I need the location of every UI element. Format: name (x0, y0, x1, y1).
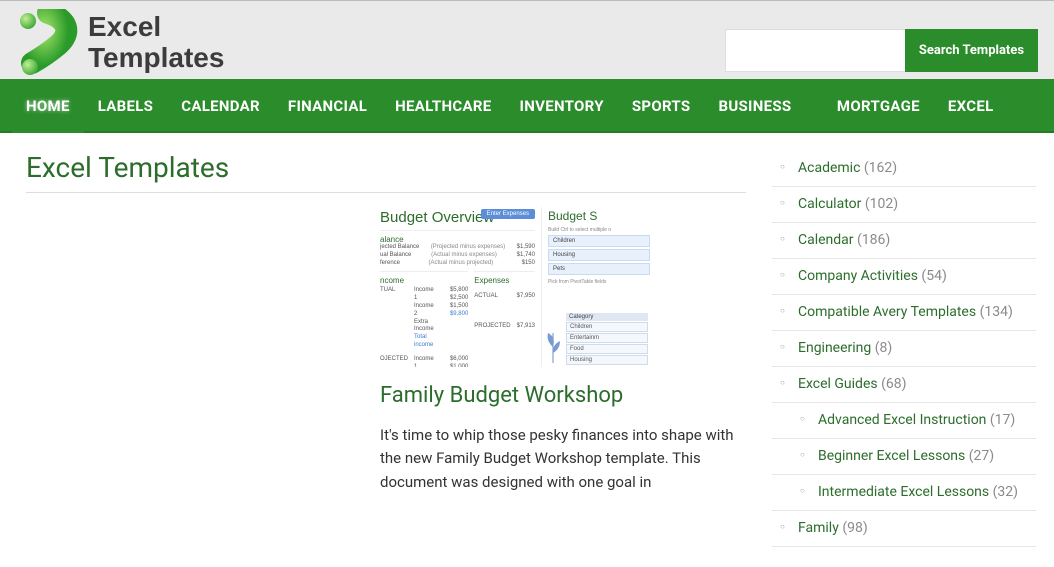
category-label[interactable]: Calendar (798, 232, 854, 248)
category-label[interactable]: Academic (798, 160, 860, 176)
category-count: (98) (839, 520, 868, 536)
site-title: Excel Templates (88, 12, 224, 74)
thumb-section-income: ncome (380, 271, 468, 285)
thumb-section-expenses: Expenses (474, 271, 535, 285)
bullet-icon: ○ (800, 413, 805, 425)
category-label[interactable]: Beginner Excel Lessons (818, 448, 965, 464)
category-count: (68) (878, 376, 907, 392)
bullet-icon: ○ (800, 449, 805, 461)
main-nav: HOMELABELSCALENDARFINANCIALHEALTHCAREINV… (0, 79, 1054, 133)
category-item[interactable]: ○ Engineering (8) (772, 331, 1036, 367)
category-item[interactable]: ○ Company Activities (54) (772, 259, 1036, 295)
nav-item-mortgage[interactable]: MORTGAGE (823, 79, 934, 133)
category-label[interactable]: Family (798, 520, 839, 536)
category-label[interactable]: Excel Guides (798, 376, 878, 392)
logo-block[interactable]: Excel Templates (16, 9, 224, 77)
post-excerpt: It's time to whip those pesky finances i… (380, 424, 746, 494)
bullet-icon: ○ (780, 521, 785, 533)
bullet-icon: ○ (780, 161, 785, 173)
bullet-icon: ○ (780, 233, 785, 245)
category-count: (102) (861, 196, 898, 212)
category-item[interactable]: ○ Family (98) (772, 511, 1036, 547)
category-count: (17) (986, 412, 1015, 428)
nav-item-home[interactable]: HOME (12, 79, 84, 133)
category-label[interactable]: Intermediate Excel Lessons (818, 484, 989, 500)
category-label[interactable]: Compatible Avery Templates (798, 304, 976, 320)
nav-list: HOMELABELSCALENDARFINANCIALHEALTHCAREINV… (12, 79, 1042, 133)
category-label[interactable]: Engineering (798, 340, 871, 356)
content: Excel Templates Enter Expenses Budget Ov… (0, 151, 766, 567)
category-item[interactable]: ○ Excel Guides (68) (772, 367, 1036, 403)
site-title-line2: Templates (88, 43, 224, 74)
nav-item-healthcare[interactable]: HEALTHCARE (381, 79, 505, 133)
post: Enter Expenses Budget Overview alance je… (26, 207, 746, 494)
category-count: (32) (989, 484, 1018, 500)
category-item[interactable]: ○ Advanced Excel Instruction (17) (772, 403, 1036, 439)
category-item[interactable]: ○ Beginner Excel Lessons (27) (772, 439, 1036, 475)
search-input[interactable] (725, 29, 905, 72)
thumb-budget-s-heading: Budget S (548, 209, 650, 223)
category-label[interactable]: Calculator (798, 196, 861, 212)
page-title: Excel Templates (26, 151, 746, 184)
category-count: (27) (965, 448, 994, 464)
thumb-enter-expenses-button: Enter Expenses (481, 209, 535, 219)
category-label[interactable]: Advanced Excel Instruction (818, 412, 986, 428)
category-item[interactable]: ○ Compatible Avery Templates (134) (772, 295, 1036, 331)
nav-item-excel-guides[interactable]: EXCEL GUIDES (934, 79, 1042, 133)
category-item[interactable]: ○ Calculator (102) (772, 187, 1036, 223)
thumb-section-balance: alance (380, 230, 535, 244)
site-header: Excel Templates Search Templates (0, 0, 1054, 79)
search-button[interactable]: Search Templates (905, 29, 1038, 72)
category-label[interactable]: Company Activities (798, 268, 918, 284)
category-item[interactable]: ○ Intermediate Excel Lessons (32) (772, 475, 1036, 511)
nav-item-sports[interactable]: SPORTS (618, 79, 705, 133)
bullet-icon: ○ (780, 305, 785, 317)
bullet-icon: ○ (780, 377, 785, 389)
post-thumbnail[interactable]: Enter Expenses Budget Overview alance je… (380, 207, 650, 367)
category-count: (162) (860, 160, 897, 176)
site-title-line1: Excel (88, 12, 224, 43)
category-count: (54) (918, 268, 947, 284)
category-count: (8) (871, 340, 892, 356)
title-rule (26, 192, 746, 193)
post-right: Enter Expenses Budget Overview alance je… (376, 207, 746, 494)
bullet-icon: ○ (780, 269, 785, 281)
category-count: (186) (854, 232, 891, 248)
post-left-spacer (26, 207, 376, 494)
nav-item-financial[interactable]: FINANCIAL (274, 79, 381, 133)
bullet-icon: ○ (780, 197, 785, 209)
nav-item-inventory[interactable]: INVENTORY (506, 79, 618, 133)
leaf-icon (542, 329, 564, 363)
nav-item-calendar[interactable]: CALENDAR (167, 79, 274, 133)
category-item[interactable]: ○ Academic (162) (772, 151, 1036, 187)
search-block: Search Templates (725, 29, 1038, 72)
bullet-icon: ○ (800, 485, 805, 497)
category-count: (134) (976, 304, 1013, 320)
bullet-icon: ○ (780, 341, 785, 353)
excel-logo-icon (16, 9, 80, 77)
post-title[interactable]: Family Budget Workshop (380, 383, 746, 408)
sidebar: ○ Academic (162) ○ Calculator (102) ○ Calenda… (766, 151, 1054, 567)
main: Excel Templates Enter Expenses Budget Ov… (0, 133, 1054, 567)
category-list: ○ Academic (162) ○ Calculator (102) ○ Calenda… (772, 151, 1036, 547)
nav-item-business-plan[interactable]: BUSINESS PLAN (704, 79, 822, 133)
category-item[interactable]: ○ Calendar (186) (772, 223, 1036, 259)
nav-item-labels[interactable]: LABELS (84, 79, 168, 133)
